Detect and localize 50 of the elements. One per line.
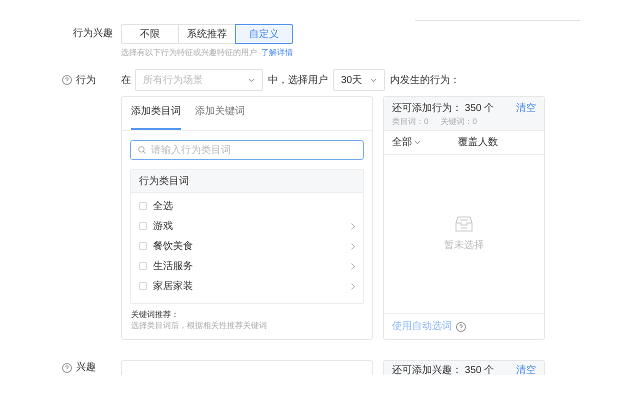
- chevron-down-icon: [414, 140, 421, 145]
- item-label: 家居家装: [153, 280, 194, 294]
- category-item[interactable]: 生活服务: [131, 256, 363, 276]
- checkbox[interactable]: [139, 202, 147, 210]
- category-count: 类目词：0: [392, 116, 428, 128]
- keyword-count: 关键词：0: [440, 116, 477, 128]
- field-label: 行为兴趣: [72, 26, 114, 41]
- list-header: 行为类目词: [131, 170, 363, 193]
- learn-more-link[interactable]: 了解详情: [261, 47, 293, 59]
- checkbox[interactable]: [139, 262, 147, 270]
- search-icon: [138, 146, 146, 154]
- panel-tab[interactable]: 添加类目词: [131, 104, 181, 130]
- search-input[interactable]: 请输入行为类目词: [151, 142, 356, 158]
- segment-option[interactable]: 系统推荐: [178, 24, 236, 44]
- keyword-title: 关键词推荐：: [131, 309, 180, 320]
- chevron-down-icon: [370, 78, 377, 82]
- help-icon[interactable]: [62, 75, 72, 85]
- item-label: 全选: [153, 200, 174, 214]
- filter-dropdown[interactable]: 全部: [392, 135, 458, 150]
- remaining-count: 还可添加兴趣： 350 个: [392, 364, 494, 375]
- select-placeholder: 所有行为场景: [143, 74, 203, 88]
- checkbox[interactable]: [139, 282, 147, 290]
- item-label: 生活服务: [153, 260, 194, 274]
- checkbox[interactable]: [139, 242, 147, 250]
- category-item[interactable]: 餐饮美食: [131, 236, 363, 256]
- suffix-text: 内发生的行为：: [390, 74, 460, 88]
- segment-option[interactable]: 不限: [121, 24, 179, 44]
- empty-inbox-icon: [455, 216, 473, 232]
- checkbox[interactable]: [139, 222, 147, 230]
- category-item[interactable]: 全选: [131, 196, 363, 216]
- hint-text: 选择有以下行为特征或兴趣特征的用户: [121, 47, 257, 59]
- category-item[interactable]: 家居家装: [131, 276, 363, 296]
- field-label: 兴趣: [76, 363, 96, 373]
- panel-tab[interactable]: 添加关键词: [195, 104, 245, 130]
- help-icon[interactable]: [456, 322, 466, 332]
- item-label: 餐饮美食: [153, 240, 194, 254]
- chevron-down-icon: [248, 78, 255, 82]
- prefix-text: 在: [121, 74, 131, 88]
- keyword-hint: 选择类目词后，根据相关性推荐关键词: [131, 320, 268, 331]
- help-icon[interactable]: [62, 363, 72, 373]
- search-field[interactable]: 请输入行为类目词: [130, 140, 364, 160]
- select-value: 30天: [341, 74, 362, 88]
- field-label: 行为: [76, 74, 96, 88]
- days-select[interactable]: 30天: [333, 69, 385, 91]
- remaining-count: 还可添加行为： 350 个: [392, 102, 494, 116]
- column-header: 覆盖人数: [458, 136, 498, 150]
- item-label: 游戏: [153, 220, 174, 234]
- category-item[interactable]: 游戏: [131, 216, 363, 236]
- middle-text: 中，选择用户: [268, 74, 328, 88]
- empty-text: 暂未选择: [444, 238, 484, 252]
